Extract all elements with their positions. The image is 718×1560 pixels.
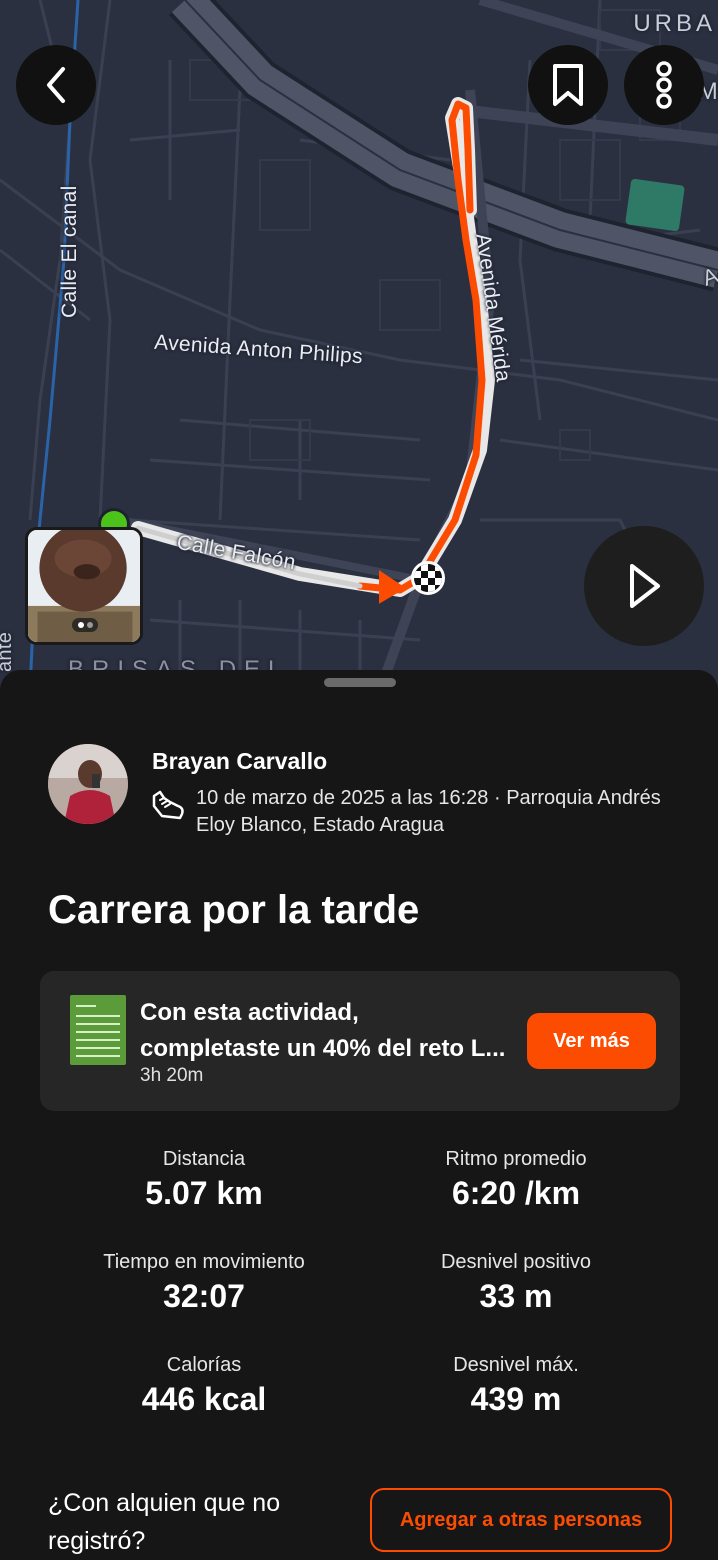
route-map[interactable]: Calle El canal Avenida Anton Philips Ave… — [0, 0, 718, 690]
play-flyover-button[interactable] — [584, 526, 704, 646]
street-label: ante — [0, 631, 16, 672]
back-button[interactable] — [16, 45, 96, 125]
add-others-prompt: ¿Con alquien que no registró? — [48, 1489, 281, 1555]
challenge-card[interactable]: Con esta actividad, completaste un 40% d… — [40, 971, 680, 1111]
more-vertical-icon — [656, 61, 672, 109]
activity-title: Carrera por la tarde — [48, 888, 420, 932]
bookmark-icon — [553, 64, 583, 106]
stat-max-elevation: Desnivel máx. 439 m — [351, 1354, 681, 1418]
activity-date-location: 10 de marzo de 2025 a las 16:28 · Parroq… — [196, 787, 661, 836]
stat-distance: Distancia 5.07 km — [39, 1148, 369, 1212]
sheet-drag-handle[interactable] — [324, 678, 396, 687]
activity-details-sheet: Brayan Carvallo 10 de marzo de 2025 a la… — [0, 670, 718, 1560]
challenge-line-2: completaste un 40% del reto L... — [140, 1035, 506, 1062]
street-label: Calle El canal — [58, 185, 81, 318]
stat-label: Distancia — [162, 1148, 246, 1170]
stat-label: Calorías — [166, 1354, 242, 1376]
stat-label: Ritmo promedio — [445, 1148, 587, 1170]
stat-value: 32:07 — [163, 1278, 245, 1314]
play-icon — [630, 564, 660, 608]
stat-value: 33 m — [479, 1278, 553, 1314]
bookmark-button[interactable] — [528, 45, 608, 125]
checkered-flag-icon — [411, 561, 445, 595]
stat-value: 446 kcal — [141, 1381, 267, 1417]
more-options-button[interactable] — [624, 45, 704, 125]
add-others-button[interactable]: Agregar a otras personas — [370, 1488, 672, 1552]
stat-value: 5.07 km — [145, 1175, 263, 1211]
activity-photo-thumbnail[interactable] — [25, 527, 143, 645]
challenge-message: Con esta actividad, completaste un 40% d… — [140, 995, 525, 1067]
challenge-line-1: Con esta actividad, — [140, 999, 359, 1026]
challenge-duration: 3h 20m — [140, 1065, 204, 1086]
area-label: URBA — [633, 10, 716, 37]
photo-pager-dots — [72, 618, 98, 632]
stat-value: 6:20 /km — [451, 1175, 581, 1211]
stat-moving-time: Tiempo en movimiento 32:07 — [39, 1251, 369, 1315]
stat-calories: Calorías 446 kcal — [39, 1354, 369, 1418]
stat-value: 439 m — [470, 1381, 562, 1417]
avatar[interactable] — [48, 744, 128, 824]
stat-pace: Ritmo promedio 6:20 /km — [351, 1148, 681, 1212]
stat-label: Tiempo en movimiento — [103, 1251, 305, 1273]
challenge-badge-icon — [70, 995, 126, 1065]
stat-label: Desnivel positivo — [440, 1251, 592, 1273]
chevron-left-icon — [47, 67, 65, 103]
see-more-button[interactable]: Ver más — [527, 1013, 656, 1069]
stat-label: Desnivel máx. — [453, 1354, 579, 1376]
running-shoe-icon — [152, 790, 184, 820]
stat-elevation-gain: Desnivel positivo 33 m — [351, 1251, 681, 1315]
athlete-name[interactable]: Brayan Carvallo — [152, 748, 327, 775]
